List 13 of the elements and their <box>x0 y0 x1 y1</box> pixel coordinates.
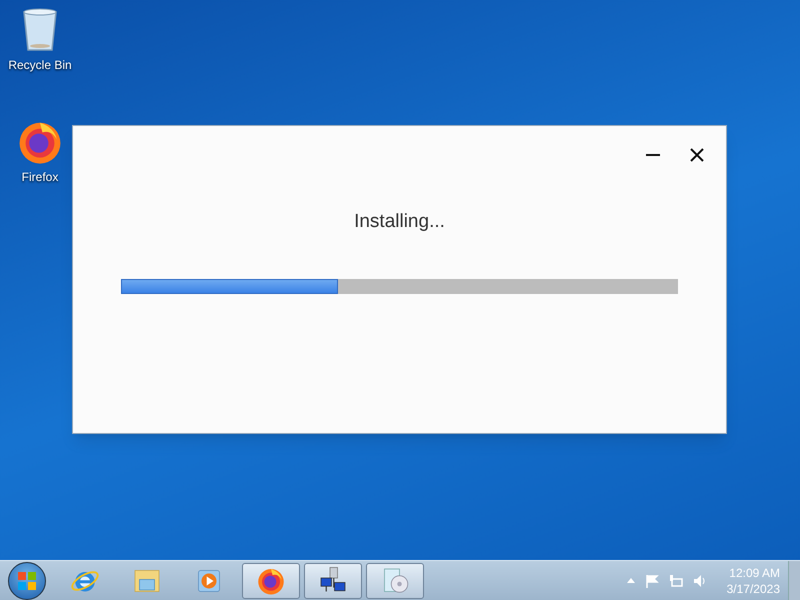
desktop-icon-label[interactable]: Firefox <box>22 168 58 186</box>
speaker-icon[interactable] <box>692 574 705 588</box>
desktop-icon-label[interactable]: Recycle Bin <box>8 56 72 74</box>
taskbar-app-button[interactable] <box>304 562 362 598</box>
windows-logo-icon <box>17 570 37 590</box>
close-icon <box>690 148 704 162</box>
status-text: Installing... <box>354 210 445 234</box>
flag-icon[interactable] <box>644 574 659 588</box>
show-hidden-icons-icon[interactable] <box>626 578 635 583</box>
network-monitor-icon[interactable] <box>668 574 683 588</box>
taskbar-app-button[interactable] <box>242 562 300 598</box>
minimize-icon <box>646 154 660 156</box>
start-button[interactable] <box>8 562 46 600</box>
